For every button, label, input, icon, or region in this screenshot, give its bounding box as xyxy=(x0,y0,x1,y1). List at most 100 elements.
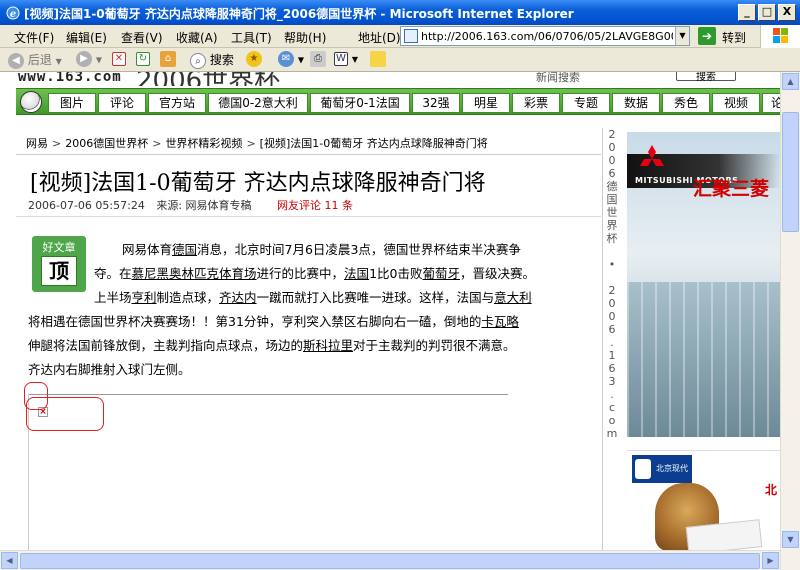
link-germany[interactable]: 德国 xyxy=(172,242,197,257)
breadcrumb-item[interactable]: 网易 xyxy=(26,137,48,150)
home-icon: ⌂ xyxy=(160,51,176,67)
back-arrow-icon: ◀ xyxy=(8,52,24,69)
mail-dropdown-icon: ▼ xyxy=(297,55,304,65)
world-cup-icon xyxy=(635,459,651,479)
maximize-button[interactable]: □ xyxy=(758,4,776,21)
address-bar[interactable]: http://2006.163.com/06/0706/05/2LAVGE8G0… xyxy=(400,26,690,46)
link-italy[interactable]: 意大利 xyxy=(494,290,532,305)
nav-photos[interactable]: 图片 xyxy=(48,93,96,113)
divider xyxy=(16,154,601,155)
mail-button[interactable]: ✉ ▼ xyxy=(278,51,304,69)
comments-link[interactable]: 网友评论 11 条 xyxy=(277,199,353,212)
stop-button[interactable]: ✕ xyxy=(112,51,126,69)
address-input[interactable]: http://2006.163.com/06/0706/05/2LAVGE8G0… xyxy=(421,30,673,43)
search-icon: ⌕ xyxy=(190,52,206,69)
video-player-area[interactable]: × xyxy=(24,382,508,550)
page-icon xyxy=(404,29,418,43)
favorites-button[interactable]: ★ xyxy=(246,51,262,69)
minimize-button[interactable]: _ xyxy=(738,4,756,21)
toolbar: ◀ 后退 ▼ ▶ ▼ ✕ ↻ ⌂ ⌕ 搜索 ★ ✉ ▼ ⎙ W ▼ xyxy=(0,48,800,72)
nav-data[interactable]: 数据 xyxy=(612,93,660,113)
chevron-right-icon: > xyxy=(52,137,62,150)
search-button[interactable]: ⌕ 搜索 xyxy=(190,51,234,69)
scroll-down-icon[interactable]: ▼ xyxy=(782,531,799,548)
link-scolari[interactable]: 斯科拉里 xyxy=(303,338,353,353)
vertical-label-char: o xyxy=(608,414,616,427)
messenger-button[interactable] xyxy=(370,51,386,69)
scrollbar-thumb[interactable] xyxy=(20,553,760,569)
header-search-button[interactable]: 搜索 xyxy=(676,72,736,83)
article: 网易 >2006德国世界杯 > 世界杯精彩视频 > [视频]法国1-0葡萄牙 齐达内点球降… xyxy=(16,128,601,550)
link-zidane[interactable]: 齐达内 xyxy=(219,290,257,305)
hyundai-ad[interactable]: 北京现代 北 xyxy=(627,450,780,550)
breadcrumb-item[interactable]: 世界杯精彩视频 xyxy=(165,137,242,150)
annotation-circle xyxy=(26,397,104,431)
link-henry[interactable]: 亨利 xyxy=(132,290,157,305)
vertical-label-char: . xyxy=(610,336,614,349)
horizontal-scrollbar[interactable]: ◀ ▶ xyxy=(0,550,780,570)
svg-text:e: e xyxy=(10,9,16,20)
window-title-bar[interactable]: e [视频]法国1-0葡萄牙 齐达内点球降服神奇门将_2006德国世界杯 - M… xyxy=(0,0,800,25)
nav-video[interactable]: 视频 xyxy=(712,93,760,113)
link-carvalho[interactable]: 卡瓦略 xyxy=(481,314,519,329)
vertical-label-char: . xyxy=(610,388,614,401)
nav-beauty[interactable]: 秀色 xyxy=(662,93,710,113)
menu-file[interactable]: 文件(F) xyxy=(14,29,54,46)
ad-brand: 北京现代 xyxy=(656,464,688,473)
link-france[interactable]: 法国 xyxy=(344,266,369,281)
back-button[interactable]: ◀ 后退 ▼ xyxy=(8,51,62,69)
vertical-label-char: 6 xyxy=(608,362,616,375)
nav-stars[interactable]: 明星 xyxy=(462,93,510,113)
scrollbar-thumb[interactable] xyxy=(782,112,799,232)
stadium-image xyxy=(627,282,780,437)
menu-favorites[interactable]: 收藏(A) xyxy=(176,29,218,46)
nav-germany-italy[interactable]: 德国0-2意大利 xyxy=(208,93,308,113)
nav-lottery[interactable]: 彩票 xyxy=(512,93,560,113)
ad-slogan: 汇聚三菱 xyxy=(693,178,770,200)
vertical-label-char: 杯 xyxy=(606,232,618,245)
upvote-box[interactable]: 顶 xyxy=(41,256,77,286)
menu-tools[interactable]: 工具(T) xyxy=(231,29,272,46)
scroll-up-icon[interactable]: ▲ xyxy=(782,73,799,90)
refresh-button[interactable]: ↻ xyxy=(136,51,150,69)
news-search-label: 新闻搜索 xyxy=(536,72,580,84)
nav-portugal-france[interactable]: 葡萄牙0-1法国 xyxy=(310,93,410,113)
back-label: 后退 xyxy=(27,53,52,67)
address-dropdown-icon[interactable]: ▼ xyxy=(675,27,689,45)
mitsubishi-ad[interactable]: MITSUBISHI MOTORS 汇聚三菱 xyxy=(627,132,780,437)
go-arrow-icon: ➔ xyxy=(698,27,716,45)
refresh-icon: ↻ xyxy=(136,51,150,66)
soccer-ball-icon xyxy=(20,91,42,113)
divider xyxy=(16,216,601,217)
site-logo-url[interactable]: www.163.com xyxy=(18,72,122,85)
home-button[interactable]: ⌂ xyxy=(160,51,176,69)
close-button[interactable]: X xyxy=(778,4,796,21)
breadcrumb-item[interactable]: 2006德国世界杯 xyxy=(65,137,148,150)
nav-top32[interactable]: 32强 xyxy=(412,93,460,113)
link-munich-stadium[interactable]: 慕尼黑奥林匹克体育场 xyxy=(132,266,257,281)
nav-comments[interactable]: 评论 xyxy=(98,93,146,113)
nav-official-site[interactable]: 官方站 xyxy=(148,93,206,113)
print-button[interactable]: ⎙ xyxy=(310,51,326,69)
breadcrumb-item: [视频]法国1-0葡萄牙 齐达内点球降服神奇门将 xyxy=(259,137,488,150)
vertical-label-char: 0 xyxy=(608,297,616,310)
site-logo[interactable]: 2006世界杯 xyxy=(136,72,280,86)
forward-button[interactable]: ▶ ▼ xyxy=(76,51,102,69)
link-portugal[interactable]: 葡萄牙 xyxy=(422,266,460,281)
edit-button[interactable]: W ▼ xyxy=(334,51,358,69)
nav-topics[interactable]: 专题 xyxy=(562,93,610,113)
vertical-label-char: 0 xyxy=(608,310,616,323)
menu-edit[interactable]: 编辑(E) xyxy=(66,29,107,46)
good-article-badge[interactable]: 好文章 顶 xyxy=(32,236,86,292)
article-date: 2006-07-06 05:57:24 xyxy=(28,199,145,212)
chevron-right-icon: > xyxy=(152,137,162,150)
go-button[interactable]: ➔ 转到 xyxy=(698,26,758,46)
menu-view[interactable]: 查看(V) xyxy=(121,29,163,46)
vertical-scrollbar[interactable]: ▲ ▼ xyxy=(780,72,800,570)
internet-explorer-icon: e xyxy=(6,6,20,20)
vertical-label-char: 世 xyxy=(606,206,618,219)
scroll-right-icon[interactable]: ▶ xyxy=(762,552,779,569)
menu-help[interactable]: 帮助(H) xyxy=(284,29,326,46)
scroll-left-icon[interactable]: ◀ xyxy=(1,552,18,569)
badge-label: 好文章 xyxy=(42,241,76,254)
